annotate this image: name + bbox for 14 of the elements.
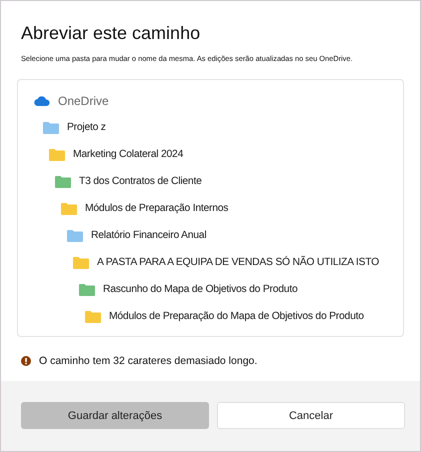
folder-name[interactable]: Relatório Financeiro Anual — [91, 230, 206, 241]
folder-name[interactable]: Módulos de Preparação do Mapa de Objetivos do Produto — [109, 311, 364, 322]
folder-name[interactable]: A PASTA PARA A EQUIPA DE VENDAS SÓ NÃO UTILIZA ISTO — [97, 257, 379, 268]
cancel-button[interactable]: Cancelar — [217, 402, 405, 429]
warning-message: O caminho tem 32 carateres demasiado longo. — [39, 355, 258, 367]
cloud-icon — [34, 96, 50, 106]
warning-icon — [21, 356, 31, 366]
dialog-title: Abreviar este caminho — [21, 23, 202, 44]
folder-name[interactable]: T3 dos Contratos de Cliente — [79, 176, 202, 187]
folder-name[interactable]: Projeto z — [67, 122, 106, 133]
folder-name[interactable]: Módulos de Preparação Internos — [85, 203, 228, 214]
folder-name[interactable]: Rascunho do Mapa de Objetivos do Produto — [103, 284, 298, 295]
folder-name[interactable]: Marketing Colateral 2024 — [73, 149, 184, 160]
folder-name[interactable]: OneDrive — [58, 94, 109, 108]
